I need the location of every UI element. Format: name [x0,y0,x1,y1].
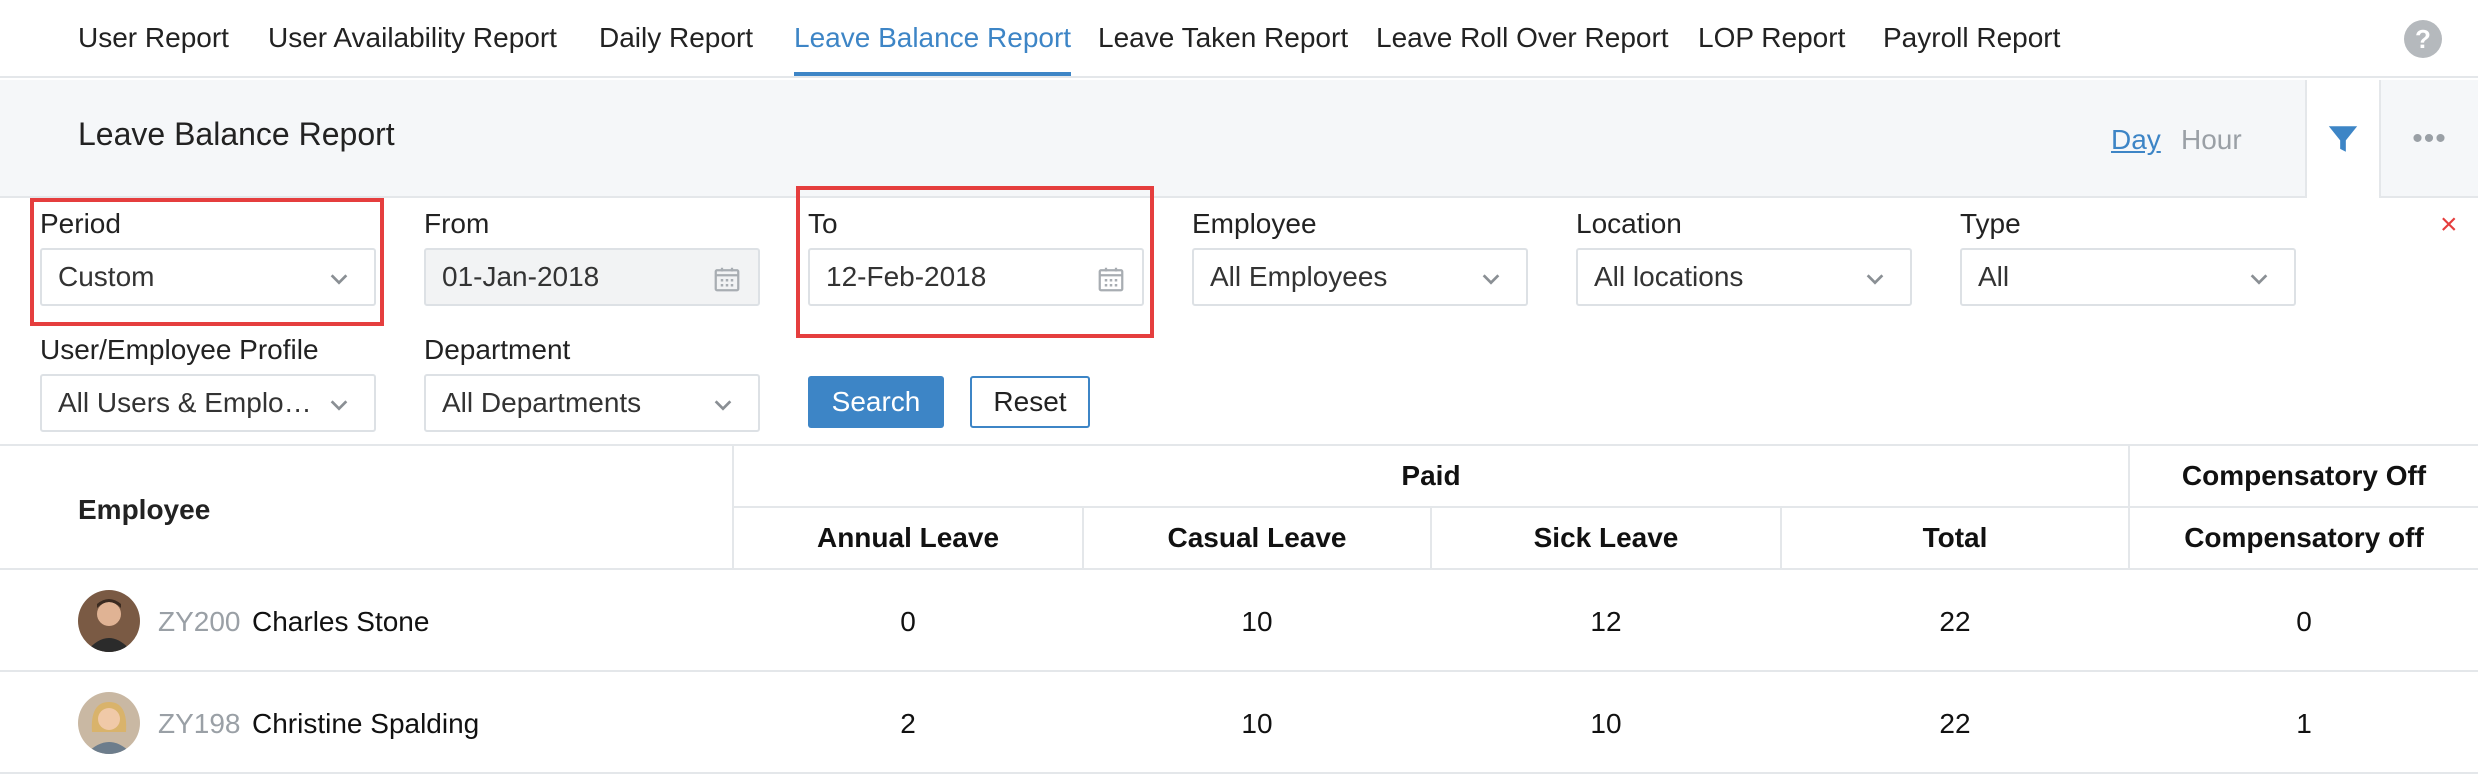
employee-select[interactable]: All Employees [1192,248,1528,306]
location-value: All locations [1594,261,1744,292]
tab-leave-roll-over-report[interactable]: Leave Roll Over Report [1376,22,1669,54]
casual-leave-header: Casual Leave [1084,508,1430,570]
annual-leave-value: 2 [900,708,916,739]
location-select[interactable]: All locations [1576,248,1912,306]
day-mode-toggle[interactable]: Day [2111,124,2161,156]
employee-id: ZY198 [158,708,241,739]
filter-button[interactable] [2305,80,2381,198]
department-select[interactable]: All Departments [424,374,760,432]
close-filters-icon[interactable]: × [2440,208,2458,242]
tab-user-availability-report[interactable]: User Availability Report [268,22,557,54]
filter-panel: Period Custom From 01-Jan-2018 To 12-Feb… [0,186,2478,446]
sick-leave-value: 10 [1590,708,1622,739]
table-row[interactable]: ZY200 Charles Stone 0 10 12 22 0 [0,570,2478,672]
compensatory-off-value: 0 [2296,606,2312,637]
paid-group-header: Paid [734,446,2128,508]
profile-label: User/Employee Profile [40,334,319,365]
leave-balance-table: Employee Paid Compensatory Off Annual Le… [0,446,2478,782]
tab-lop-report[interactable]: LOP Report [1698,22,1845,54]
chevron-down-icon [714,400,732,411]
compensatory-off-header: Compensatory off [2130,508,2478,570]
department-value: All Departments [442,387,642,418]
employee-value: All Employees [1210,261,1388,292]
casual-leave-value: 10 [1241,708,1273,739]
page-title: Leave Balance Report [78,116,395,152]
hour-mode-toggle[interactable]: Hour [2181,124,2242,156]
compensatory-off-value: 1 [2296,708,2312,739]
annual-leave-value: 0 [900,606,916,637]
profile-select[interactable]: All Users & Employees [40,374,376,432]
to-highlight [796,186,1154,338]
employee-name[interactable]: Christine Spalding [252,708,479,740]
chevron-down-icon [330,400,348,411]
chevron-down-icon [1482,274,1500,285]
chevron-down-icon [1866,274,1884,285]
tab-leave-taken-report[interactable]: Leave Taken Report [1098,22,1348,54]
report-header: Leave Balance Report Day Hour ••• [0,80,2478,198]
department-label: Department [424,334,571,365]
tab-daily-report[interactable]: Daily Report [599,22,753,54]
sick-leave-header: Sick Leave [1432,508,1780,570]
from-date-field[interactable]: 01-Jan-2018 [424,248,760,306]
search-button[interactable]: Search [808,376,944,428]
from-label: From [424,208,490,239]
tab-payroll-report[interactable]: Payroll Report [1883,22,2060,54]
filter-icon [2328,126,2358,152]
sick-leave-value: 12 [1590,606,1622,637]
type-value: All [1978,261,2010,292]
period-highlight [30,198,384,326]
profile-value: All Users & Employees [58,387,343,418]
avatar [78,590,140,652]
location-label: Location [1576,208,1682,239]
more-options-button[interactable]: ••• [2381,80,2478,198]
employee-label: Employee [1192,208,1317,239]
report-tabs: User Report User Availability Report Dai… [0,0,2478,78]
help-icon[interactable]: ? [2404,20,2442,58]
tab-user-report[interactable]: User Report [78,22,229,54]
total-value: 22 [1939,708,1971,739]
employee-id: ZY200 [158,606,241,637]
type-label: Type [1960,208,2021,239]
calendar-icon[interactable] [712,264,742,294]
compensatory-group-header: Compensatory Off [2130,446,2478,508]
avatar [78,692,140,754]
casual-leave-value: 10 [1241,606,1273,637]
total-value: 22 [1939,606,1971,637]
annual-leave-header: Annual Leave [734,508,1082,570]
table-row[interactable]: ZY198 Christine Spalding 2 10 10 22 1 [0,672,2478,774]
from-date-value: 01-Jan-2018 [442,261,600,292]
employee-column-header: Employee [78,494,211,525]
total-header: Total [1782,508,2128,570]
chevron-down-icon [2250,274,2268,285]
employee-name[interactable]: Charles Stone [252,606,429,638]
reset-button[interactable]: Reset [970,376,1090,428]
tab-leave-balance-report[interactable]: Leave Balance Report [794,22,1072,76]
type-select[interactable]: All [1960,248,2296,306]
